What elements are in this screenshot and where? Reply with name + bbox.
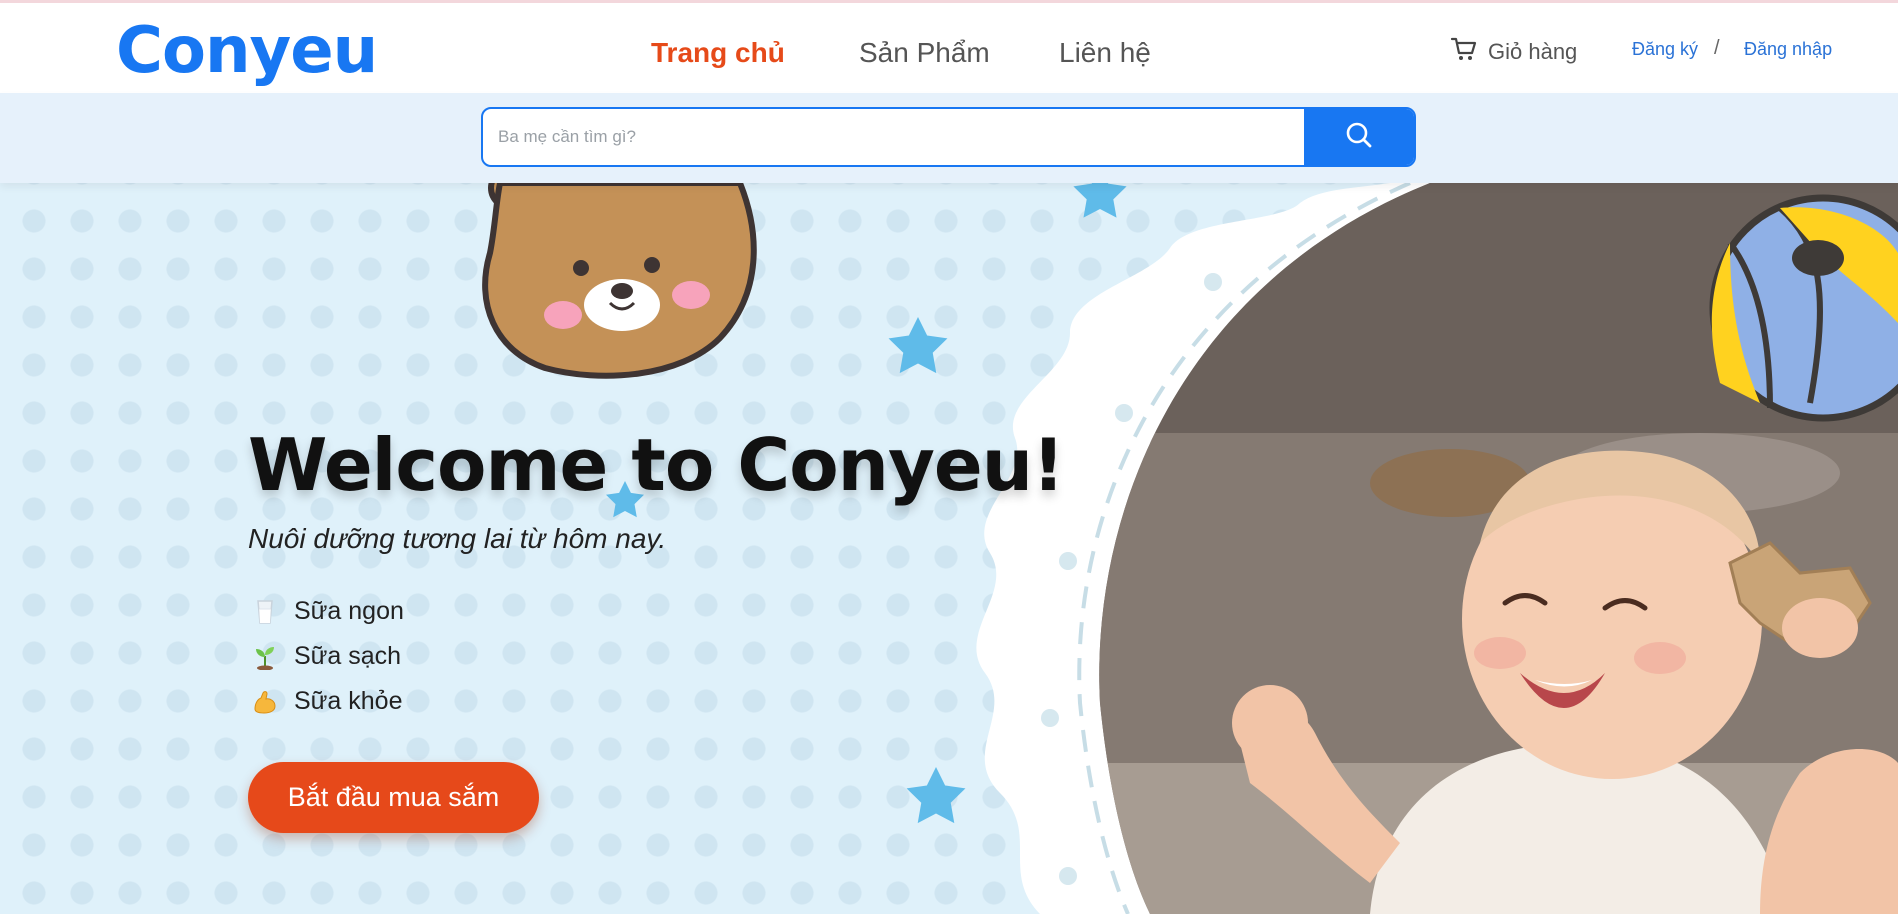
feature-item: Sữa sạch bbox=[250, 634, 404, 679]
logo[interactable]: Conyeu bbox=[116, 9, 378, 93]
nav-home[interactable]: Trang chủ bbox=[651, 33, 785, 73]
nav-products[interactable]: Sản Phẩm bbox=[859, 33, 990, 73]
milk-glass-icon bbox=[250, 597, 280, 627]
seedling-icon bbox=[250, 642, 280, 672]
nav-contact[interactable]: Liên hệ bbox=[1059, 33, 1151, 73]
search-icon bbox=[1344, 120, 1374, 155]
feature-list: Sữa ngon Sữa sạch Sữa khỏe bbox=[250, 589, 404, 724]
cart-label: Giỏ hàng bbox=[1488, 38, 1578, 64]
bear-icon bbox=[482, 183, 757, 379]
site-header: Conyeu Trang chủ Sản Phẩm Liên hệ Giỏ hà… bbox=[0, 3, 1898, 93]
auth-separator: / bbox=[1714, 37, 1720, 59]
start-shopping-button[interactable]: Bắt đầu mua sắm bbox=[248, 762, 539, 833]
search-box bbox=[481, 107, 1416, 167]
flexed-biceps-icon bbox=[250, 687, 280, 717]
register-link[interactable]: Đăng ký bbox=[1632, 39, 1698, 60]
cart-link[interactable]: Giỏ hàng bbox=[1450, 35, 1577, 68]
feature-label: Sữa khỏe bbox=[294, 687, 403, 715]
hero-subtitle: Nuôi dưỡng tương lai từ hôm nay. bbox=[248, 523, 667, 554]
login-link[interactable]: Đăng nhập bbox=[1744, 39, 1832, 60]
feature-label: Sữa sạch bbox=[294, 642, 402, 670]
search-button[interactable] bbox=[1304, 109, 1414, 165]
feature-label: Sữa ngon bbox=[294, 597, 404, 625]
cart-icon bbox=[1450, 35, 1478, 68]
feature-item: Sữa khỏe bbox=[250, 679, 404, 724]
feature-item: Sữa ngon bbox=[250, 589, 404, 634]
hero-banner: Welcome to Conyeu! Nuôi dưỡng tương lai … bbox=[0, 183, 1898, 914]
ball-icon bbox=[1709, 194, 1898, 422]
search-band bbox=[0, 93, 1898, 183]
search-input[interactable] bbox=[483, 109, 1305, 165]
hero-title: Welcome to Conyeu! bbox=[248, 423, 1065, 507]
